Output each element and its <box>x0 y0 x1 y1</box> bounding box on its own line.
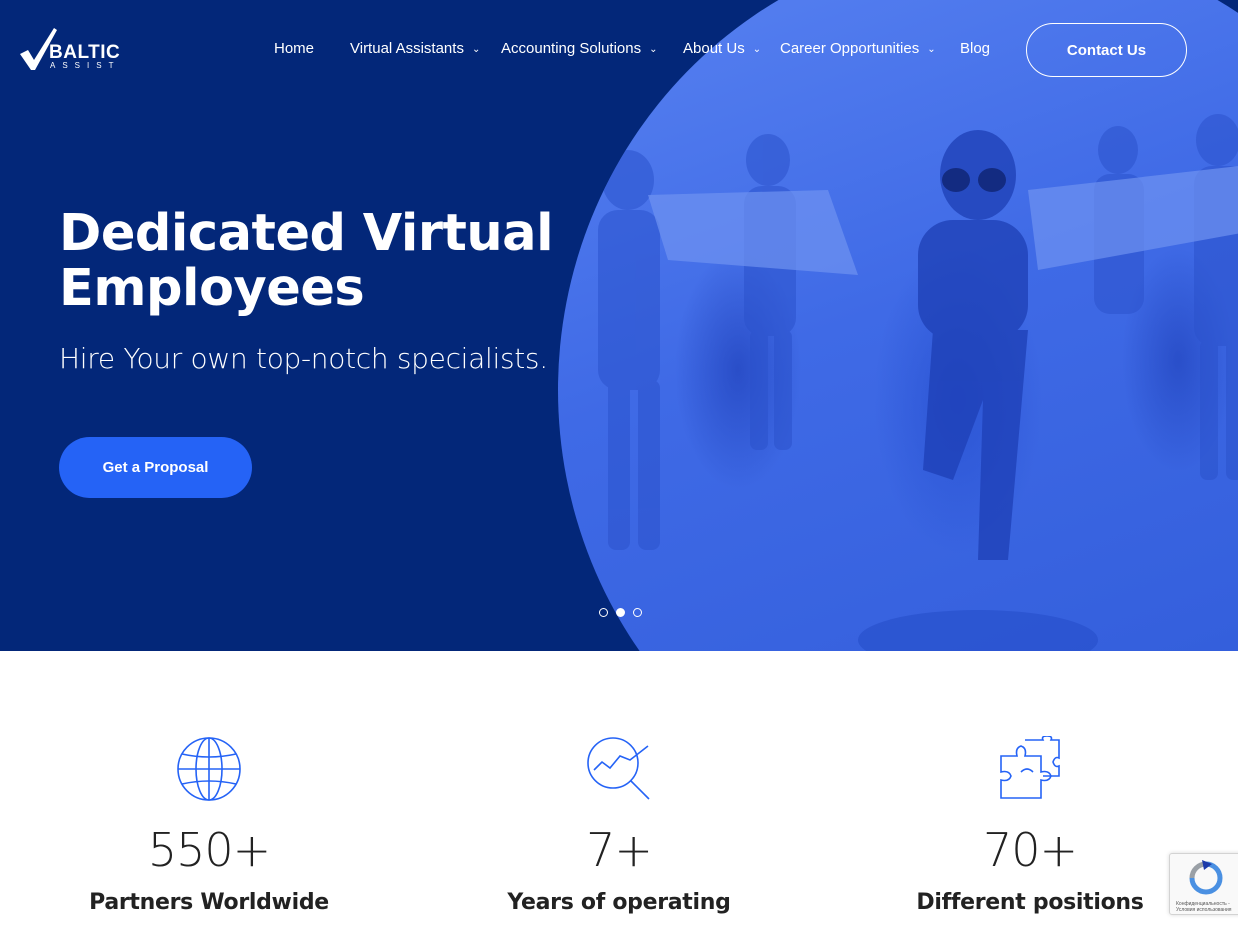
stat-label: Different positions <box>916 890 1144 915</box>
hero-title: Dedicated Virtual Employees <box>59 204 554 318</box>
chevron-down-icon: ⌄ <box>927 44 936 55</box>
stat-label: Years of operating <box>507 890 731 915</box>
stat-years: 7+ Years of operating <box>459 736 779 915</box>
recaptcha-text: Конфиденциальность - Условия использован… <box>1176 901 1232 913</box>
contact-us-button[interactable]: Contact Us <box>1026 23 1187 77</box>
stat-positions: 70+ Different positions <box>870 736 1190 915</box>
analytics-icon <box>587 737 650 800</box>
chevron-down-icon: ⌄ <box>649 44 658 55</box>
globe-icon <box>177 737 241 801</box>
nav-item-blog[interactable]: Blog <box>960 40 990 57</box>
hero-section: BALTIC ASSIST Home Virtual Assistants ⌄ A… <box>0 0 1238 651</box>
nav-item-accounting-solutions[interactable]: Accounting Solutions ⌄ <box>501 40 657 57</box>
logo-tagline: ASSIST <box>50 61 121 70</box>
hero-image <box>558 0 1238 651</box>
stat-number: 550+ <box>147 823 271 877</box>
logo[interactable]: BALTIC ASSIST <box>18 26 142 72</box>
stat-number: 70+ <box>982 823 1078 877</box>
slider-dots <box>599 608 642 617</box>
slider-dot-3[interactable] <box>633 608 642 617</box>
nav-item-about-us[interactable]: About Us ⌄ <box>683 40 761 57</box>
stat-number: 7+ <box>586 823 653 877</box>
puzzle-icon <box>1000 736 1060 799</box>
slider-dot-2[interactable] <box>616 608 625 617</box>
nav-item-career-opportunities[interactable]: Career Opportunities ⌄ <box>780 40 936 57</box>
nav-item-virtual-assistants[interactable]: Virtual Assistants ⌄ <box>350 40 480 57</box>
recaptcha-badge[interactable]: Конфиденциальность - Условия использован… <box>1169 853 1238 915</box>
hero-subtitle: Hire Your own top-notch specialists. <box>59 342 548 375</box>
recaptcha-icon <box>1189 860 1223 895</box>
slider-dot-1[interactable] <box>599 608 608 617</box>
get-proposal-button[interactable]: Get a Proposal <box>59 437 252 498</box>
stat-partners: 550+ Partners Worldwide <box>49 736 369 915</box>
chevron-down-icon: ⌄ <box>471 44 481 55</box>
stat-label: Partners Worldwide <box>89 890 329 915</box>
chevron-down-icon: ⌄ <box>752 44 762 55</box>
nav-item-home[interactable]: Home <box>274 40 314 57</box>
